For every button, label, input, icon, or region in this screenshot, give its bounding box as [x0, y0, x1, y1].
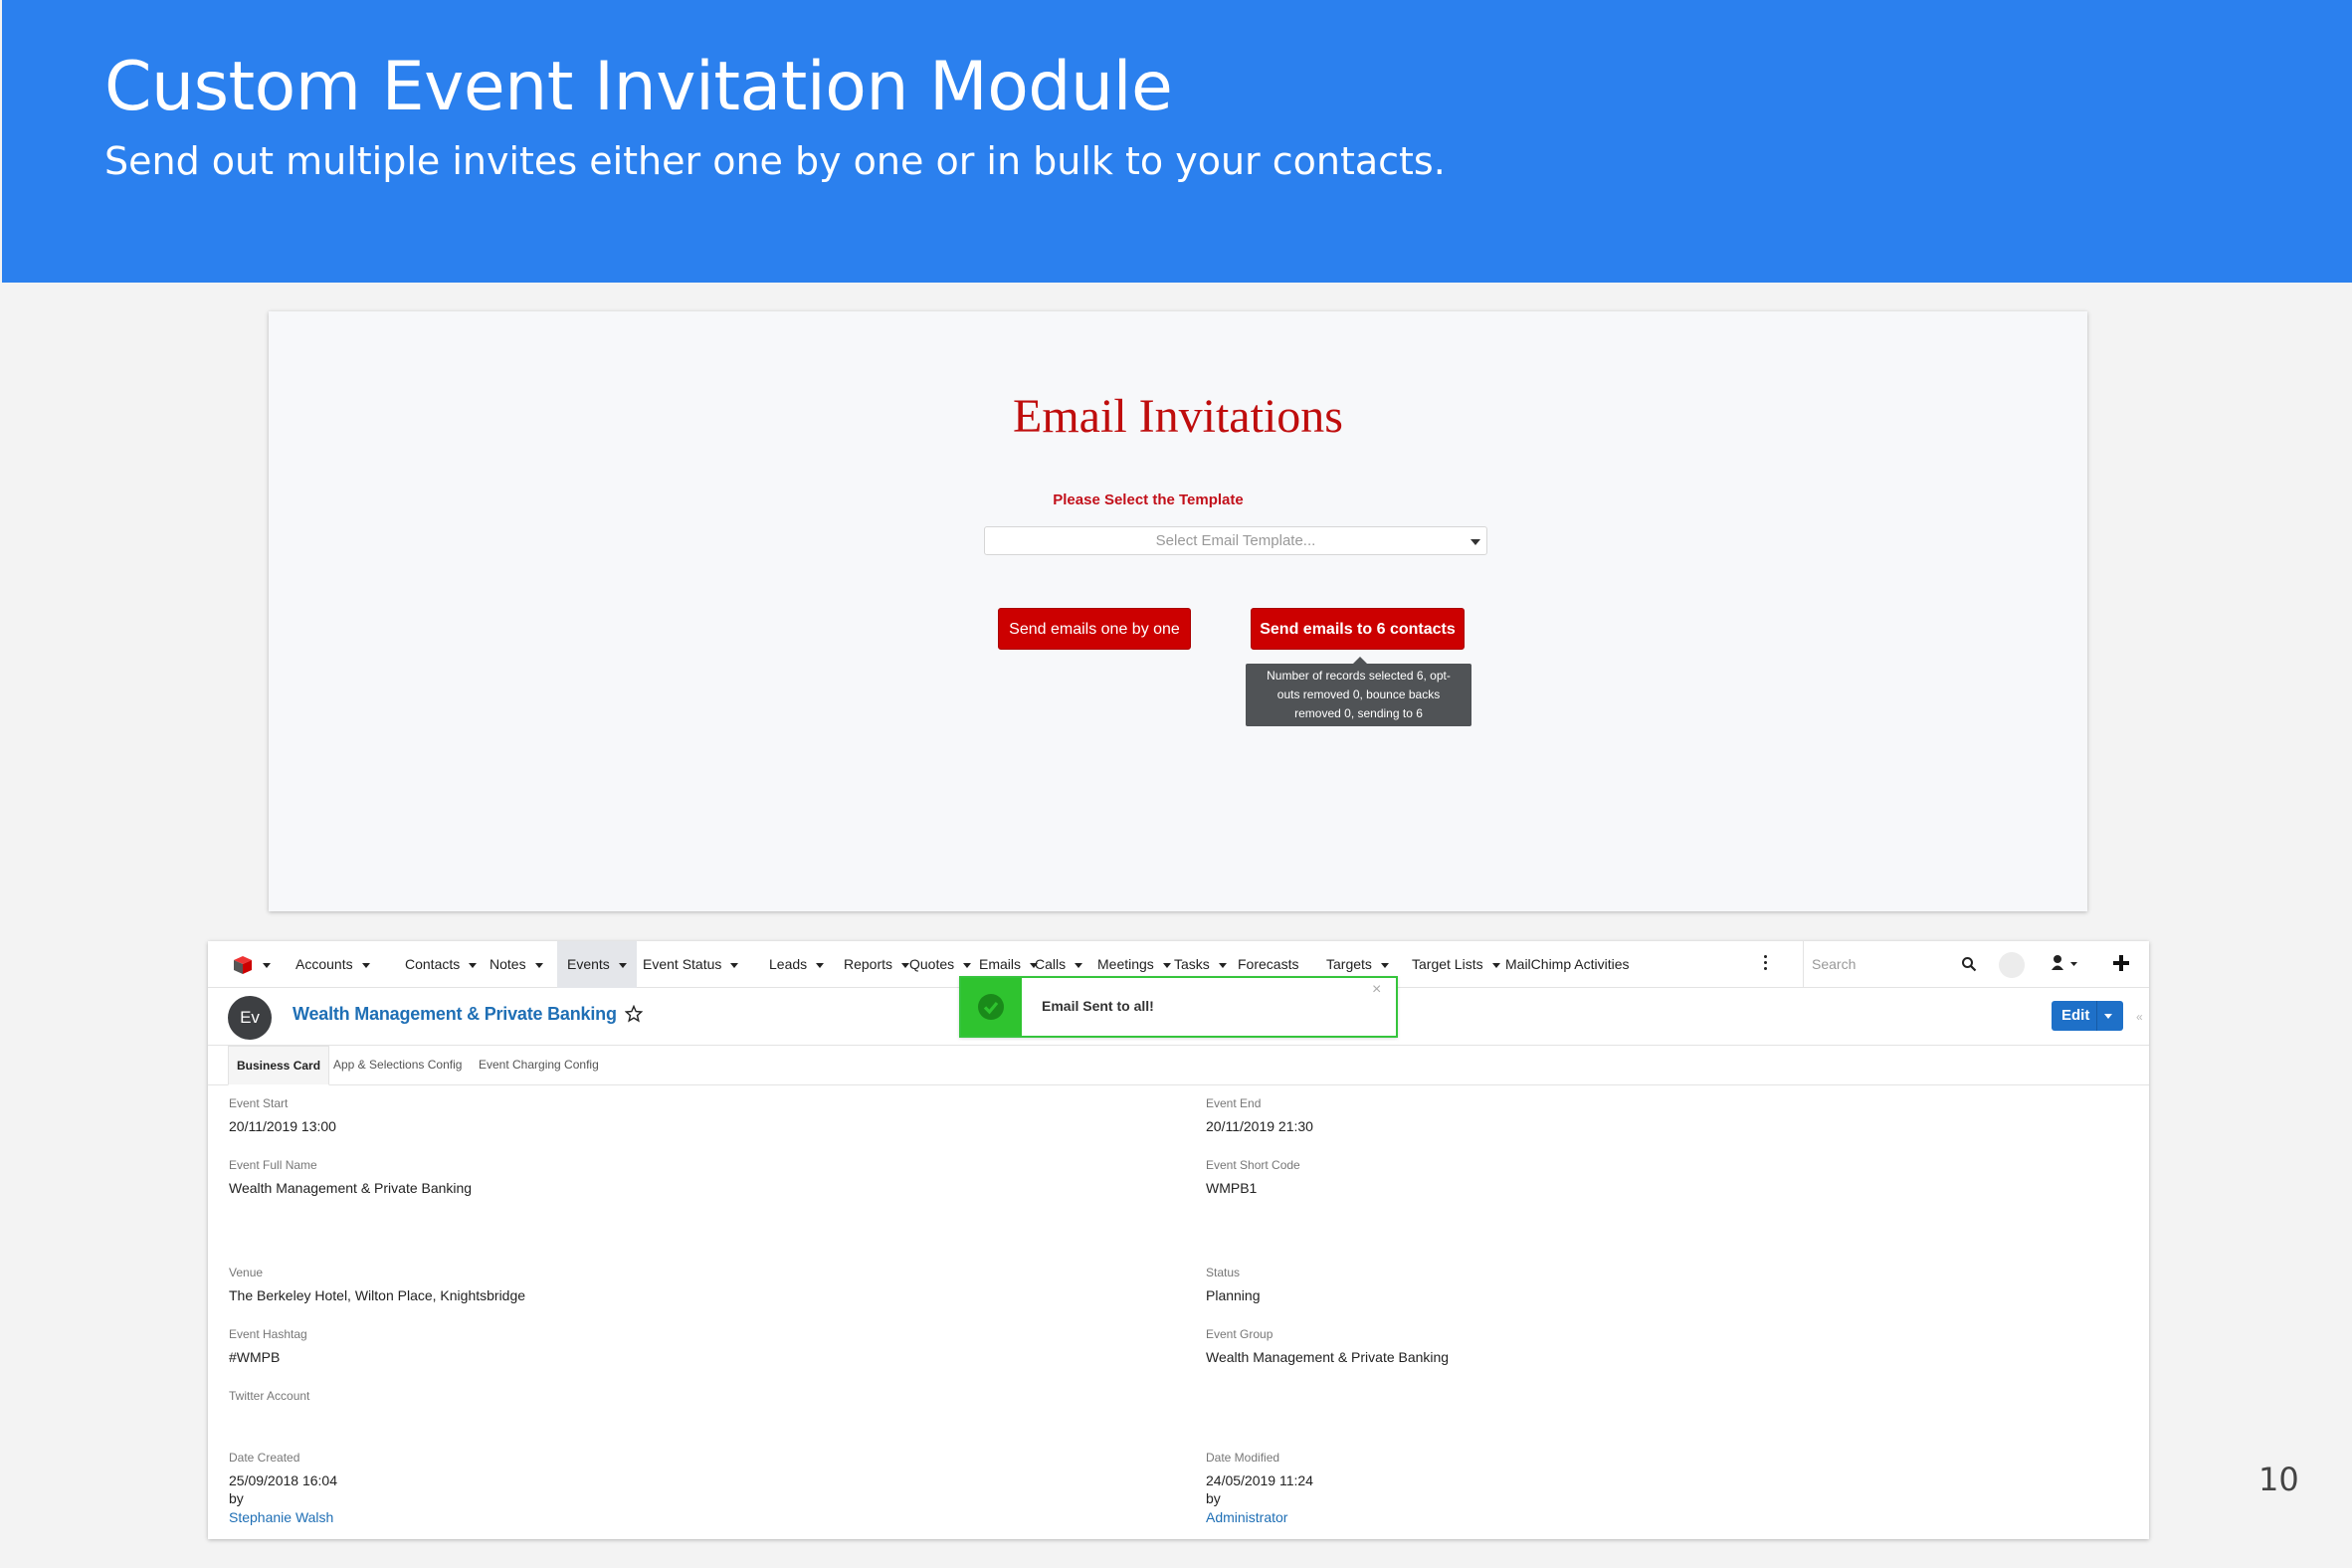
slide-header: Custom Event Invitation Module Send out …: [2, 0, 2352, 283]
venue-value: The Berkeley Hotel, Wilton Place, Knight…: [229, 1287, 526, 1303]
venue-label: Venue: [229, 1266, 264, 1279]
template-placeholder: Select Email Template...: [1155, 532, 1316, 549]
nav-item-leads[interactable]: Leads: [759, 941, 834, 988]
nav-item-label: Forecasts: [1238, 956, 1299, 972]
nav-item-label: MailChimp Activities: [1505, 956, 1630, 972]
record-tabs: Business Card App & Selections Config Ev…: [208, 1046, 2149, 1085]
nav-item-label: Leads: [769, 956, 808, 972]
event-group-label: Event Group: [1206, 1327, 1274, 1341]
nav-item-label: Quotes: [909, 956, 955, 972]
event-short-code-label: Event Short Code: [1206, 1158, 1300, 1172]
invitations-heading: Email Invitations: [1013, 390, 1343, 443]
edit-button[interactable]: Edit: [2052, 1001, 2123, 1031]
star-icon[interactable]: [625, 1005, 643, 1023]
avatar[interactable]: [1999, 952, 2025, 978]
chevron-down-icon[interactable]: [730, 962, 739, 968]
cube-logo-icon[interactable]: [233, 955, 253, 975]
event-end-label: Event End: [1206, 1096, 1262, 1110]
chevron-down-icon[interactable]: [1380, 962, 1389, 968]
nav-item-events[interactable]: Events: [557, 941, 637, 988]
date-modified-label: Date Modified: [1206, 1451, 1280, 1465]
nav-item-label: Target Lists: [1412, 956, 1483, 972]
tab-event-charging-config[interactable]: Event Charging Config: [471, 1046, 607, 1085]
chevron-down-icon[interactable]: [618, 962, 627, 968]
tooltip-line: outs removed 0, bounce backs: [1276, 687, 1441, 701]
date-created-value: 25/09/2018 16:04: [229, 1472, 337, 1488]
chevron-down-icon[interactable]: [1075, 962, 1083, 968]
tab-app-selections-config[interactable]: App & Selections Config: [325, 1046, 470, 1085]
search-icon[interactable]: [1961, 956, 1977, 972]
nav-item-label: Event Status: [643, 956, 722, 972]
nav-item-notes[interactable]: Notes: [480, 941, 553, 988]
crm-record-window: Accounts Contacts Notes Events Event Status L…: [208, 941, 2149, 1539]
nav-item-mailchimp-activities[interactable]: MailChimp Activities: [1495, 941, 1639, 988]
success-toast: Email Sent to all! ×: [959, 976, 1398, 1038]
nav-item-event-status[interactable]: Event Status: [633, 941, 748, 988]
template-label: Please Select the Template: [1053, 491, 1244, 508]
nav-item-label: Emails: [979, 956, 1022, 972]
slide-subtitle: Send out multiple invites either one by …: [104, 139, 1446, 183]
close-icon[interactable]: ×: [1372, 981, 1381, 999]
tab-business-card[interactable]: Business Card: [228, 1046, 330, 1085]
nav-item-label: Tasks: [1174, 956, 1210, 972]
slide-title: Custom Event Invitation Module: [104, 48, 1173, 126]
event-full-name-value: Wealth Management & Private Banking: [229, 1180, 473, 1196]
chevron-down-icon: [1470, 539, 1480, 545]
record-type-badge: Ev: [228, 996, 272, 1040]
send-bulk-button[interactable]: Send emails to 6 contacts: [1251, 608, 1465, 650]
chevron-down-icon[interactable]: [1218, 962, 1227, 968]
date-modified-value: 24/05/2019 11:24: [1206, 1472, 1313, 1488]
search-input[interactable]: Search: [1803, 941, 1957, 988]
nav-item-label: Targets: [1326, 956, 1372, 972]
chevron-down-icon[interactable]: [2104, 1014, 2112, 1019]
created-by-user-link[interactable]: Stephanie Walsh: [229, 1509, 333, 1525]
status-value: Planning: [1206, 1287, 1261, 1303]
event-end-value: 20/11/2019 21:30: [1206, 1118, 1313, 1134]
edit-label: Edit: [2061, 1007, 2090, 1024]
date-modified-by: by: [1206, 1490, 1221, 1506]
chevron-down-icon[interactable]: [361, 962, 370, 968]
user-menu-icon[interactable]: [2051, 953, 2078, 973]
nav-item-label: Reports: [844, 956, 893, 972]
plus-icon[interactable]: [2111, 953, 2131, 973]
chevron-down-icon[interactable]: [816, 962, 825, 968]
tooltip-line: Number of records selected 6, opt-: [1267, 669, 1451, 683]
chevron-down-icon[interactable]: [534, 962, 543, 968]
event-start-label: Event Start: [229, 1096, 289, 1110]
date-created-label: Date Created: [229, 1451, 300, 1465]
event-start-value: 20/11/2019 13:00: [229, 1118, 336, 1134]
page-number: 10: [2258, 1461, 2299, 1498]
event-group-value: Wealth Management & Private Banking: [1206, 1349, 1450, 1365]
chevron-down-icon[interactable]: [469, 962, 478, 968]
event-short-code-value: WMPB1: [1206, 1180, 1258, 1196]
collapse-icon[interactable]: «: [2136, 1010, 2143, 1024]
check-circle-icon: [978, 994, 1004, 1020]
record-title[interactable]: Wealth Management & Private Banking: [293, 1004, 617, 1025]
nav-item-label: Meetings: [1097, 956, 1154, 972]
nav-item-label: Events: [567, 956, 610, 972]
more-menu-icon[interactable]: [1764, 955, 1768, 973]
nav-item-accounts[interactable]: Accounts: [286, 941, 380, 988]
email-invitations-panel: Email Invitations Please Select the Temp…: [269, 311, 2087, 911]
toast-message: Email Sent to all!: [1042, 998, 1154, 1014]
nav-item-label: Contacts: [405, 956, 461, 972]
twitter-account-label: Twitter Account: [229, 1389, 310, 1403]
date-created-by: by: [229, 1490, 244, 1506]
nav-item-label: Calls: [1035, 956, 1067, 972]
send-one-by-one-button[interactable]: Send emails one by one: [998, 608, 1191, 650]
modified-by-user-link[interactable]: Administrator: [1206, 1509, 1287, 1525]
chevron-down-icon[interactable]: [263, 963, 271, 968]
nav-item-label: Notes: [490, 956, 526, 972]
send-summary-tooltip: Number of records selected 6, opt- outs …: [1246, 657, 1471, 726]
event-full-name-label: Event Full Name: [229, 1158, 317, 1172]
status-label: Status: [1206, 1266, 1241, 1279]
nav-item-contacts[interactable]: Contacts: [395, 941, 487, 988]
email-template-select[interactable]: Select Email Template...: [984, 526, 1487, 555]
nav-item-label: Accounts: [295, 956, 353, 972]
tooltip-line: removed 0, sending to 6: [1294, 706, 1423, 720]
event-hashtag-label: Event Hashtag: [229, 1327, 307, 1341]
nav-item-target-lists[interactable]: Target Lists: [1402, 941, 1510, 988]
event-hashtag-value: #WMPB: [229, 1349, 281, 1365]
